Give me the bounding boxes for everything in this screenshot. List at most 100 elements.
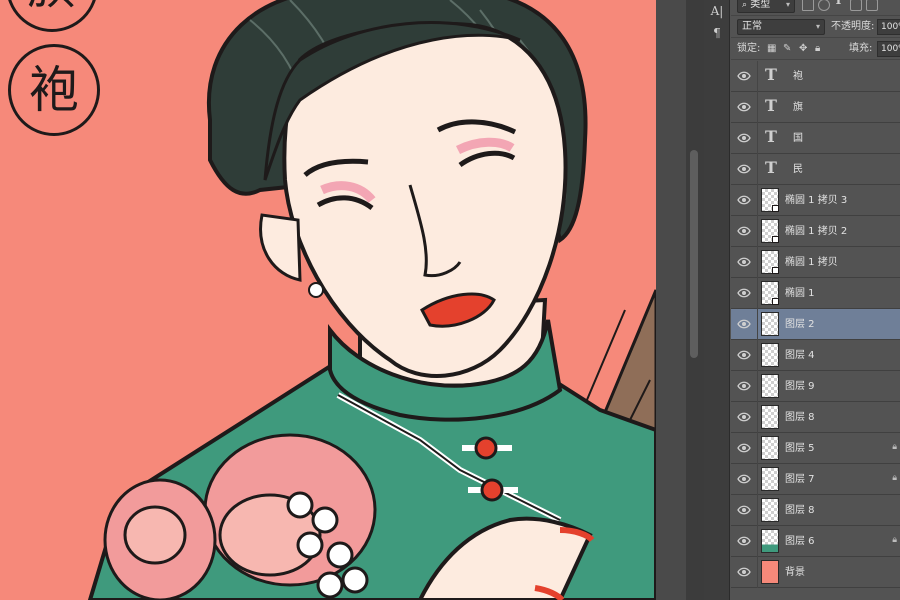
layer-name[interactable]: 图层 6 bbox=[785, 526, 815, 557]
visibility-eye-icon[interactable] bbox=[737, 163, 751, 175]
layer-name[interactable]: 图层 2 bbox=[785, 309, 815, 340]
lock-transparent-pixels-icon[interactable]: ▦ bbox=[767, 38, 776, 60]
layer-thumbnail bbox=[761, 405, 779, 429]
layer-row[interactable]: 椭圆 1 拷贝 2 bbox=[731, 216, 900, 247]
layer-filter-label: 类型 bbox=[750, 0, 771, 10]
visibility-eye-icon[interactable] bbox=[737, 256, 751, 268]
layers-panel: ⌕ 类型 ▾ T 正常 ▾ 不透明度: 100% 锁定: ▦ ✎ ✥ 🔒︎ 填充… bbox=[731, 0, 900, 600]
layer-thumbnail bbox=[761, 250, 779, 274]
vector-mask-marker bbox=[772, 205, 779, 212]
vector-mask-marker bbox=[772, 236, 779, 243]
document-canvas[interactable]: 旗 袍 bbox=[0, 0, 656, 600]
layer-name[interactable]: 民 bbox=[793, 154, 803, 185]
layer-name[interactable]: 图层 5 bbox=[785, 433, 815, 464]
blend-mode-dropdown[interactable]: 正常 ▾ bbox=[737, 19, 825, 35]
visibility-eye-icon[interactable] bbox=[737, 535, 751, 547]
visibility-eye-icon[interactable] bbox=[737, 70, 751, 82]
visibility-eye-icon[interactable] bbox=[737, 132, 751, 144]
canvas-pasteboard bbox=[656, 0, 686, 600]
layer-row[interactable]: 椭圆 1 拷贝 bbox=[731, 247, 900, 278]
layer-row[interactable]: T旗 bbox=[731, 92, 900, 123]
layer-thumbnail bbox=[761, 188, 779, 212]
type-filter-icon[interactable]: T bbox=[834, 0, 843, 7]
vector-mask-marker bbox=[772, 298, 779, 305]
blend-mode-value: 正常 bbox=[742, 21, 762, 32]
visibility-eye-icon[interactable] bbox=[737, 442, 751, 454]
layer-name[interactable]: 图层 8 bbox=[785, 402, 815, 433]
visibility-eye-icon[interactable] bbox=[737, 349, 751, 361]
layer-row[interactable]: 图层 7 🔒︎ bbox=[731, 464, 900, 495]
lock-all-icon[interactable]: 🔒︎ bbox=[815, 38, 820, 60]
layer-name[interactable]: 椭圆 1 拷贝 2 bbox=[785, 216, 847, 247]
paragraph-panel-icon[interactable]: ¶ bbox=[707, 24, 727, 42]
layer-name[interactable]: 椭圆 1 bbox=[785, 278, 815, 309]
layer-thumbnail bbox=[761, 467, 779, 491]
layer-lock-icon: 🔒︎ bbox=[892, 442, 897, 452]
layer-name[interactable]: 国 bbox=[793, 123, 803, 154]
layer-name[interactable]: 图层 8 bbox=[785, 495, 815, 526]
layer-thumbnail bbox=[761, 560, 779, 584]
divider bbox=[757, 371, 758, 402]
scrollbar-thumb[interactable] bbox=[690, 150, 698, 358]
layer-thumbnail bbox=[761, 529, 779, 553]
layer-row[interactable]: 图层 6 🔒︎ bbox=[731, 526, 900, 557]
vertical-scrollbar[interactable] bbox=[686, 0, 704, 600]
opacity-field[interactable]: 100% bbox=[877, 19, 900, 35]
divider bbox=[757, 402, 758, 433]
layer-thumbnail bbox=[761, 498, 779, 522]
layer-name[interactable]: 图层 4 bbox=[785, 340, 815, 371]
layer-filter-dropdown[interactable]: ⌕ 类型 ▾ bbox=[737, 0, 795, 13]
type-layer-icon: T bbox=[765, 65, 777, 84]
layer-thumbnail bbox=[761, 281, 779, 305]
layer-thumbnail bbox=[761, 374, 779, 398]
shape-filter-icon[interactable] bbox=[850, 0, 862, 11]
visibility-eye-icon[interactable] bbox=[737, 504, 751, 516]
layer-name[interactable]: 袍 bbox=[793, 61, 803, 92]
layer-name[interactable]: 旗 bbox=[793, 92, 803, 123]
divider bbox=[757, 61, 758, 92]
layer-filter-row: ⌕ 类型 ▾ T bbox=[731, 0, 900, 16]
visibility-eye-icon[interactable] bbox=[737, 411, 751, 423]
panel-dock-strip: A| ¶ bbox=[704, 0, 730, 600]
divider bbox=[757, 495, 758, 526]
layer-row[interactable]: 椭圆 1 拷贝 3 bbox=[731, 185, 900, 216]
layer-row[interactable]: 图层 4 bbox=[731, 340, 900, 371]
visibility-eye-icon[interactable] bbox=[737, 473, 751, 485]
lock-image-pixels-icon[interactable]: ✎ bbox=[783, 38, 791, 60]
adjustment-filter-icon[interactable] bbox=[818, 0, 830, 11]
layer-row[interactable]: T国 bbox=[731, 123, 900, 154]
layer-row[interactable]: T民 bbox=[731, 154, 900, 185]
layer-name[interactable]: 图层 7 bbox=[785, 464, 815, 495]
visibility-eye-icon[interactable] bbox=[737, 225, 751, 237]
layer-name[interactable]: 椭圆 1 拷贝 3 bbox=[785, 185, 847, 216]
fill-label: 填充: bbox=[849, 43, 873, 54]
layer-row[interactable]: 图层 2 bbox=[731, 309, 900, 340]
visibility-eye-icon[interactable] bbox=[737, 566, 751, 578]
layer-row[interactable]: 图层 8 bbox=[731, 495, 900, 526]
layer-row[interactable]: 图层 9 bbox=[731, 371, 900, 402]
layer-name[interactable]: 背景 bbox=[785, 557, 805, 588]
visibility-eye-icon[interactable] bbox=[737, 287, 751, 299]
visibility-eye-icon[interactable] bbox=[737, 194, 751, 206]
layer-thumbnail bbox=[761, 312, 779, 336]
pixel-filter-icon[interactable] bbox=[802, 0, 814, 11]
visibility-eye-icon[interactable] bbox=[737, 318, 751, 330]
layer-name[interactable]: 椭圆 1 拷贝 bbox=[785, 247, 838, 278]
layer-thumbnail bbox=[761, 343, 779, 367]
divider bbox=[757, 464, 758, 495]
fill-field[interactable]: 100% bbox=[877, 41, 900, 57]
type-layer-icon: T bbox=[765, 96, 777, 115]
visibility-eye-icon[interactable] bbox=[737, 101, 751, 113]
layer-row[interactable]: 图层 5 🔒︎ bbox=[731, 433, 900, 464]
visibility-eye-icon[interactable] bbox=[737, 380, 751, 392]
layer-row[interactable]: T袍 bbox=[731, 61, 900, 92]
smart-object-filter-icon[interactable] bbox=[866, 0, 878, 11]
layer-row[interactable]: 椭圆 1 bbox=[731, 278, 900, 309]
lock-position-icon[interactable]: ✥ bbox=[799, 38, 807, 60]
layer-row[interactable]: 图层 8 bbox=[731, 402, 900, 433]
layer-row[interactable]: 背景 bbox=[731, 557, 900, 588]
layer-lock-icon: 🔒︎ bbox=[892, 473, 897, 483]
layer-name[interactable]: 图层 9 bbox=[785, 371, 815, 402]
divider bbox=[757, 526, 758, 557]
character-panel-icon[interactable]: A| bbox=[707, 2, 727, 20]
